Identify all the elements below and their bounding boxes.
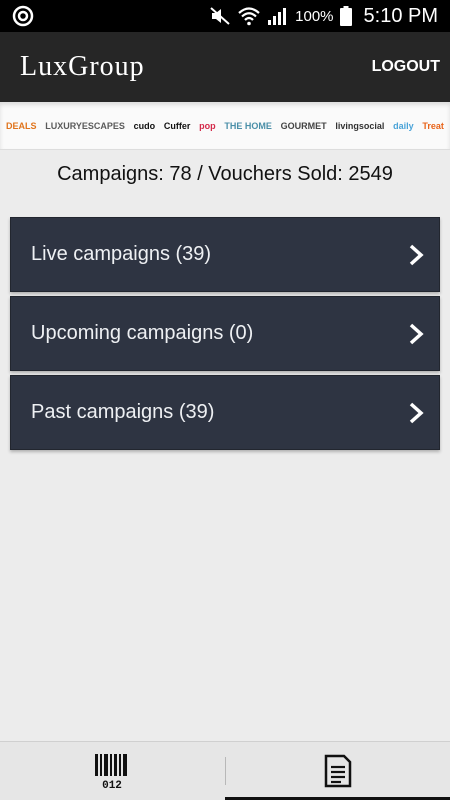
- sync-icon: [12, 5, 34, 27]
- brand-logo: pop: [199, 120, 216, 131]
- wifi-icon: [238, 7, 260, 26]
- document-list-icon: [324, 754, 351, 788]
- brand-logos-strip: DEALS LUXURYESCAPES cudo Cuffer pop THE …: [0, 102, 450, 150]
- live-campaigns-row[interactable]: Live campaigns (39): [10, 217, 440, 292]
- brand-logo: livingsocial: [335, 120, 385, 131]
- brand-logo: Cuffer: [163, 120, 191, 131]
- chevron-right-icon: [409, 323, 424, 344]
- brand-logo: cudo: [133, 120, 156, 131]
- row-label: Live campaigns (39): [31, 243, 212, 265]
- brand-logo: THE HOME: [224, 120, 272, 131]
- campaign-summary: Campaigns: 78 / Vouchers Sold: 2549: [57, 163, 393, 185]
- battery-percent: 100%: [295, 7, 334, 25]
- battery-icon: [339, 6, 352, 26]
- tab-campaign-list[interactable]: [226, 742, 450, 800]
- status-bar: 100% 5:10 PM: [0, 0, 450, 32]
- app-bar: LuxGroup LOGOUT: [0, 32, 450, 102]
- clock: 5:10 PM: [363, 4, 438, 27]
- past-campaigns-row[interactable]: Past campaigns (39): [10, 375, 440, 450]
- brand-logo: GOURMET: [280, 120, 327, 131]
- brand-logo: daily: [393, 120, 414, 131]
- signal-icon: [268, 8, 287, 25]
- brand-logo: DEALS: [6, 120, 37, 131]
- bottom-tab-bar: 012: [0, 741, 450, 800]
- campaign-list: Live campaigns (39) Upcoming campaigns (…: [10, 217, 440, 454]
- luxgroup-logo: LuxGroup: [20, 51, 145, 82]
- brand-logo: LUXURYESCAPES: [45, 120, 125, 131]
- upcoming-campaigns-row[interactable]: Upcoming campaigns (0): [10, 296, 440, 371]
- barcode-icon: 012: [95, 754, 128, 790]
- row-label: Upcoming campaigns (0): [31, 322, 254, 344]
- row-label: Past campaigns (39): [31, 401, 215, 423]
- tab-scan-barcode[interactable]: 012: [0, 742, 225, 800]
- barcode-number: 012: [102, 780, 122, 790]
- mute-icon: [210, 7, 230, 25]
- brand-logo: Treat: [422, 120, 444, 131]
- logout-button[interactable]: LOGOUT: [372, 50, 440, 84]
- chevron-right-icon: [409, 244, 424, 265]
- chevron-right-icon: [409, 402, 424, 423]
